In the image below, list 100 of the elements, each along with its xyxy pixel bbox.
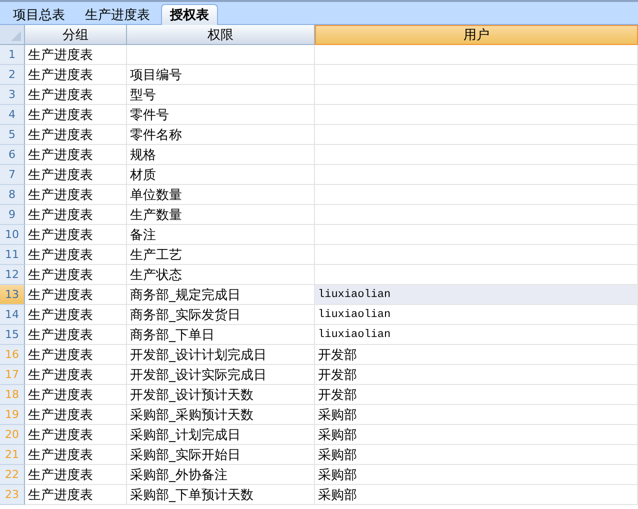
column-header[interactable]: 用户 [315, 25, 638, 45]
row-number: 21 [5, 448, 19, 461]
row-number: 10 [5, 228, 19, 241]
table-cell: 生产数量 [127, 205, 315, 225]
table-cell: 开发部_设计预计天数 [127, 385, 315, 405]
row-header[interactable]: 14 [0, 305, 25, 325]
row-header[interactable]: 7 [0, 165, 25, 185]
table-cell: 零件号 [127, 105, 315, 125]
table-cell: 零件名称 [127, 125, 315, 145]
row-header[interactable]: 11 [0, 245, 25, 265]
table-cell: 规格 [127, 145, 315, 165]
table-cell: 生产进度表 [25, 405, 127, 425]
column-header[interactable]: 分组 [25, 25, 127, 45]
row-number: 17 [5, 368, 19, 381]
table-cell: 开发部 [315, 385, 638, 405]
table-cell: 生产进度表 [25, 345, 127, 365]
table-cell: 生产进度表 [25, 245, 127, 265]
table-cell: 采购部_下单预计天数 [127, 485, 315, 505]
column-header[interactable]: 权限 [127, 25, 315, 45]
table-cell: 生产进度表 [25, 185, 127, 205]
table-cell: 开发部 [315, 365, 638, 385]
table-cell: 生产进度表 [25, 325, 127, 345]
row-header[interactable]: 5 [0, 125, 25, 145]
table-cell: 生产进度表 [25, 445, 127, 465]
row-number: 7 [8, 168, 16, 181]
table-cell: 生产进度表 [25, 385, 127, 405]
table-cell: 采购部 [315, 445, 638, 465]
table-cell: liuxiaolian [315, 325, 638, 345]
table-cell: 生产进度表 [25, 205, 127, 225]
table-cell: 商务部_下单日 [127, 325, 315, 345]
table-cell: 开发部_设计实际完成日 [127, 365, 315, 385]
row-header[interactable]: 1 [0, 45, 25, 65]
table-cell: 生产进度表 [25, 45, 127, 65]
row-header[interactable]: 13 [0, 285, 25, 305]
row-header[interactable]: 10 [0, 225, 25, 245]
table-cell: 型号 [127, 85, 315, 105]
table-cell: 生产进度表 [25, 105, 127, 125]
row-header[interactable]: 2 [0, 65, 25, 85]
sheet-tab[interactable]: 授权表 [161, 4, 218, 25]
row-number: 14 [5, 308, 19, 321]
table-cell: 生产进度表 [25, 265, 127, 285]
row-number: 23 [5, 488, 19, 501]
table-cell: 采购部 [315, 425, 638, 445]
row-number: 13 [5, 288, 19, 301]
row-number: 2 [8, 68, 16, 81]
table-cell: 采购部 [315, 485, 638, 505]
table-cell: 开发部 [315, 345, 638, 365]
table-cell: liuxiaolian [315, 285, 638, 305]
row-number: 5 [8, 128, 16, 141]
table-cell: 材质 [127, 165, 315, 185]
table-cell: 生产工艺 [127, 245, 315, 265]
row-number: 12 [5, 268, 19, 281]
table-cell: 生产进度表 [25, 365, 127, 385]
table-cell: 生产进度表 [25, 165, 127, 185]
table-cell: 开发部_设计计划完成日 [127, 345, 315, 365]
table-cell: 商务部_实际发货日 [127, 305, 315, 325]
sheet-tab[interactable]: 生产进度表 [76, 4, 159, 25]
row-number: 11 [5, 248, 19, 261]
table-cell: 生产进度表 [25, 425, 127, 445]
table-cell: liuxiaolian [315, 305, 638, 325]
table-cell: 生产进度表 [25, 125, 127, 145]
table-cell: 采购部 [315, 465, 638, 485]
table-cell: 生产进度表 [25, 145, 127, 165]
table-cell: 生产状态 [127, 265, 315, 285]
row-number: 3 [8, 88, 16, 101]
table-cell: 采购部 [315, 405, 638, 425]
row-header[interactable]: 8 [0, 185, 25, 205]
row-header[interactable]: 9 [0, 205, 25, 225]
row-number: 6 [8, 148, 16, 161]
table-cell: 采购部_外协备注 [127, 465, 315, 485]
row-number: 1 [8, 48, 16, 61]
sheet-tab[interactable]: 项目总表 [4, 4, 74, 25]
table-cell: 生产进度表 [25, 285, 127, 305]
select-all-corner[interactable] [0, 25, 25, 45]
row-number: 4 [8, 108, 16, 121]
row-header[interactable]: 6 [0, 145, 25, 165]
row-number: 18 [5, 388, 19, 401]
table-cell: 采购部_计划完成日 [127, 425, 315, 445]
row-number: 8 [8, 188, 16, 201]
row-number: 9 [8, 208, 16, 221]
row-number: 20 [5, 428, 19, 441]
row-number: 16 [5, 348, 19, 361]
row-number: 19 [5, 408, 19, 421]
table-cell: 生产进度表 [25, 465, 127, 485]
row-header[interactable]: 15 [0, 325, 25, 345]
table-cell: 商务部_规定完成日 [127, 285, 315, 305]
table-cell: 备注 [127, 225, 315, 245]
table-cell: 生产进度表 [25, 225, 127, 245]
row-number: 15 [5, 328, 19, 341]
row-header[interactable]: 12 [0, 265, 25, 285]
row-header[interactable]: 4 [0, 105, 25, 125]
table-cell: 生产进度表 [25, 85, 127, 105]
corner-triangle-icon [11, 31, 21, 41]
row-number: 22 [5, 468, 19, 481]
table-cell: 生产进度表 [25, 305, 127, 325]
table-cell: 生产进度表 [25, 485, 127, 505]
table-cell: 单位数量 [127, 185, 315, 205]
table-cell: 采购部_采购预计天数 [127, 405, 315, 425]
row-header[interactable]: 3 [0, 85, 25, 105]
table-cell: 项目编号 [127, 65, 315, 85]
